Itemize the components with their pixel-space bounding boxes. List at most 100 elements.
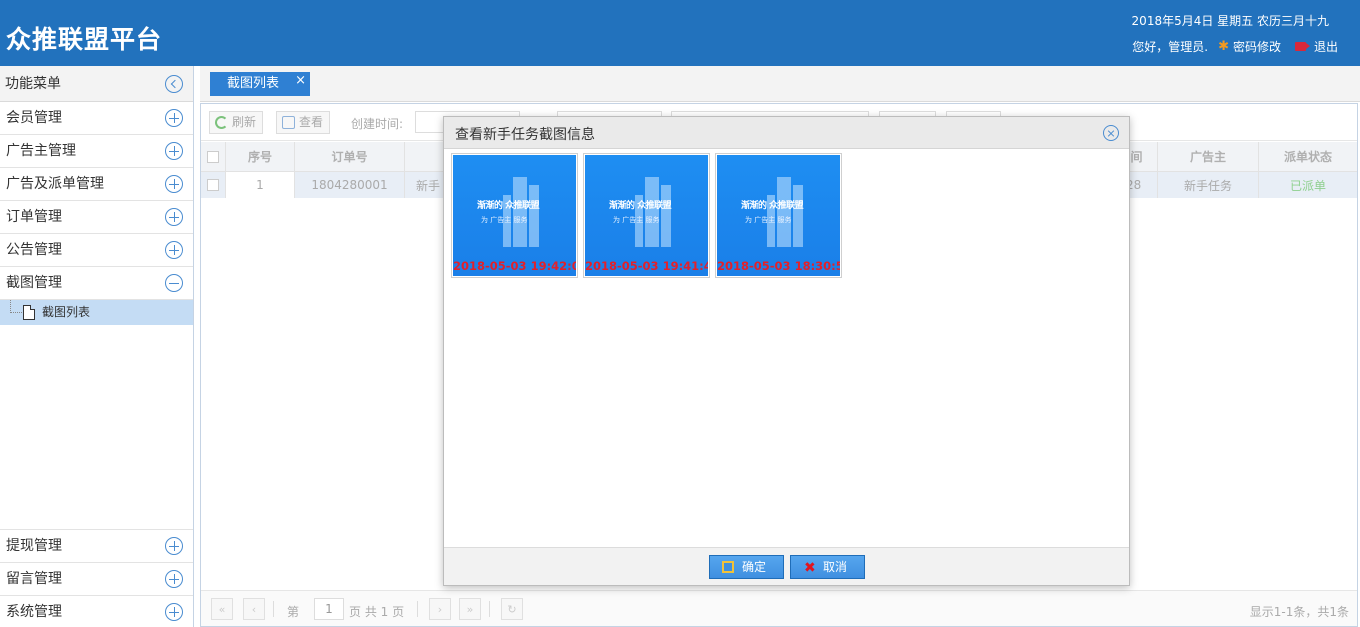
sidebar-item-members[interactable]: 会员管理	[0, 102, 193, 135]
sidebar-item-screenshots[interactable]: 截图管理	[0, 267, 193, 300]
screenshot-caption: 渐渐的 众推联盟	[609, 201, 672, 211]
expand-icon[interactable]	[165, 175, 183, 193]
expand-icon[interactable]	[165, 537, 183, 555]
column-header-advertiser[interactable]: 广告主	[1158, 142, 1259, 171]
screenshot-thumbnail[interactable]: 渐渐的 众推联盟 为 广告主 服务 2018-05-03 19:41:40	[583, 153, 710, 278]
first-page-button[interactable]: «	[211, 598, 233, 620]
sidebar-title: 功能菜单	[5, 76, 61, 92]
screenshot-timestamp: 2018-05-03 19:42:06	[453, 259, 576, 273]
select-all-checkbox[interactable]	[207, 150, 219, 163]
dialog-body: 渐渐的 众推联盟 为 广告主 服务 2018-05-03 19:42:06 渐渐…	[444, 149, 1129, 547]
row-task: 新手	[405, 172, 445, 198]
building-shape	[793, 185, 803, 247]
collapse-sidebar-icon[interactable]	[165, 75, 183, 93]
sidebar-subitem-screenshot-list[interactable]: 截图列表	[0, 300, 193, 325]
cancel-label: 取消	[823, 560, 848, 574]
date-text: 2018年5月4日 星期五 农历三月十九	[1131, 14, 1329, 28]
screenshot-thumbnail[interactable]: 渐渐的 众推联盟 为 广告主 服务 2018-05-03 19:42:06	[451, 153, 578, 278]
gear-icon: ✱	[1218, 39, 1229, 54]
expand-icon[interactable]	[165, 142, 183, 160]
collapse-icon[interactable]	[165, 274, 183, 292]
column-header-order-no[interactable]: 订单号	[295, 142, 405, 171]
close-icon[interactable]	[1103, 125, 1119, 141]
refresh-icon	[215, 116, 228, 129]
sidebar-subitem-label: 截图列表	[42, 305, 91, 319]
logout-link[interactable]: 退出	[1314, 38, 1338, 55]
row-order-no: 1804280001	[295, 172, 405, 198]
created-time-label: 创建时间:	[351, 117, 404, 131]
expand-icon[interactable]	[165, 109, 183, 127]
refresh-label: 刷新	[232, 115, 257, 129]
expand-icon[interactable]	[165, 208, 183, 226]
refresh-button[interactable]: 刷新	[209, 111, 264, 134]
sidebar-item-messages[interactable]: 留言管理	[0, 563, 193, 596]
sidebar-item-label: 会员管理	[6, 110, 62, 126]
sidebar-item-withdrawals[interactable]: 提现管理	[0, 530, 193, 563]
building-shape	[529, 185, 539, 247]
row-advertiser: 新手任务	[1158, 172, 1259, 198]
screenshot-subcaption: 为 广告主 服务	[613, 216, 660, 224]
brand-title: 众推联盟平台	[6, 25, 163, 54]
screenshot-image: 渐渐的 众推联盟 为 广告主 服务 2018-05-03 19:42:06	[453, 155, 576, 276]
sidebar-item-orders[interactable]: 订单管理	[0, 201, 193, 234]
sidebar-item-label: 公告管理	[6, 242, 62, 258]
screenshot-subcaption: 为 广告主 服务	[745, 216, 792, 224]
change-password-link[interactable]: 密码修改	[1233, 38, 1281, 55]
ok-button[interactable]: 确定	[709, 555, 784, 579]
select-all-cell	[201, 142, 226, 171]
view-label: 查看	[299, 115, 324, 129]
sidebar-item-announcements[interactable]: 公告管理	[0, 234, 193, 267]
page-number-input[interactable]: 1	[314, 598, 344, 620]
row-status: 已派单	[1289, 178, 1326, 193]
logout-icon	[1294, 42, 1310, 51]
building-shape	[513, 177, 527, 247]
tab-screenshot-list[interactable]: 截图列表 ×	[210, 72, 310, 96]
row-index: 1	[226, 172, 295, 198]
sidebar-item-label: 系统管理	[6, 604, 62, 620]
page-label: 第	[287, 605, 300, 619]
screenshot-dialog: 查看新手任务截图信息 渐渐的 众推联盟 为 广告主 服务 2018-05-03 …	[443, 116, 1130, 586]
pager-separator	[489, 601, 490, 617]
column-header-task[interactable]	[405, 142, 445, 171]
sidebar-item-label: 留言管理	[6, 571, 62, 587]
prev-page-button[interactable]: ‹	[243, 598, 265, 620]
sidebar-item-label: 广告主管理	[6, 143, 76, 159]
reload-button[interactable]: ↻	[501, 598, 523, 620]
pager-info: 显示1-1条，共1条	[1249, 605, 1349, 619]
sidebar-item-advertisers[interactable]: 广告主管理	[0, 135, 193, 168]
screenshot-timestamp: 2018-05-03 18:30:59	[717, 259, 840, 273]
sidebar-item-label: 广告及派单管理	[6, 176, 104, 192]
expand-icon[interactable]	[165, 603, 183, 621]
sidebar-item-system[interactable]: 系统管理	[0, 596, 193, 627]
screenshot-timestamp: 2018-05-03 19:41:40	[585, 259, 708, 273]
expand-icon[interactable]	[165, 241, 183, 259]
view-button[interactable]: 查看	[276, 111, 331, 134]
cancel-button[interactable]: ✖ 取消	[790, 555, 865, 579]
pager-separator	[273, 601, 274, 617]
tab-label: 截图列表	[227, 76, 280, 91]
edit-icon	[282, 116, 295, 129]
screenshot-subcaption: 为 广告主 服务	[481, 216, 528, 224]
column-header-index[interactable]: 序号	[226, 142, 295, 171]
column-header-status[interactable]: 派单状态	[1259, 142, 1357, 171]
expand-icon[interactable]	[165, 570, 183, 588]
tab-bar: 截图列表 ×	[200, 66, 1360, 102]
user-bar: 您好，管理员. ✱ 密码修改 退出	[1132, 38, 1338, 55]
pager: « ‹ 第 1 页 共 1 页 › » ↻ 显示1-1条，共1条	[201, 590, 1357, 626]
save-icon	[722, 561, 734, 573]
greeting-text: 您好，管理员.	[1132, 40, 1209, 54]
sidebar-item-label: 订单管理	[6, 209, 62, 225]
dialog-footer: 确定 ✖ 取消	[444, 547, 1129, 585]
screenshot-thumbnail[interactable]: 渐渐的 众推联盟 为 广告主 服务 2018-05-03 18:30:59	[715, 153, 842, 278]
next-page-button[interactable]: ›	[429, 598, 451, 620]
screenshot-caption: 渐渐的 众推联盟	[741, 201, 804, 211]
screenshot-caption: 渐渐的 众推联盟	[477, 201, 540, 211]
building-shape	[777, 177, 791, 247]
row-checkbox[interactable]	[207, 179, 219, 191]
last-page-button[interactable]: »	[459, 598, 481, 620]
sidebar-item-ads-dispatch[interactable]: 广告及派单管理	[0, 168, 193, 201]
tab-close-icon[interactable]: ×	[295, 69, 306, 93]
sidebar-bottom-group: 提现管理 留言管理 系统管理	[0, 529, 193, 627]
screenshot-image: 渐渐的 众推联盟 为 广告主 服务 2018-05-03 19:41:40	[585, 155, 708, 276]
dialog-header: 查看新手任务截图信息	[444, 117, 1129, 149]
